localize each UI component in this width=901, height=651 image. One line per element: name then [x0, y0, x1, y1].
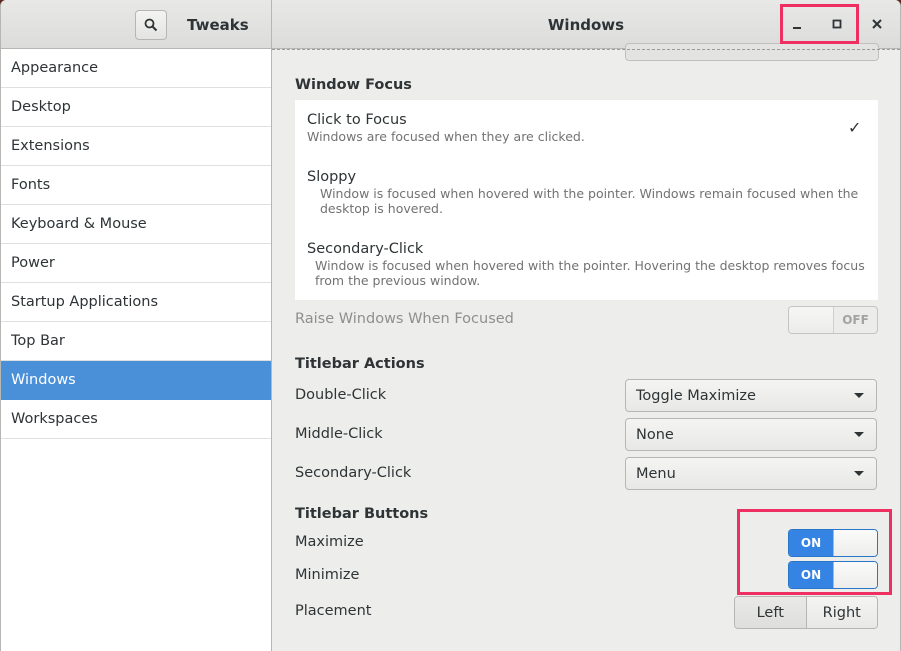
dropdown-value: None: [636, 426, 674, 443]
middle-click-dropdown[interactable]: None: [625, 418, 877, 451]
sidebar-item-appearance[interactable]: Appearance: [1, 49, 271, 88]
sidebar-item-top-bar[interactable]: Top Bar: [1, 322, 271, 361]
focus-option-title: Click to Focus: [307, 112, 407, 128]
sidebar-item-fonts[interactable]: Fonts: [1, 166, 271, 205]
dropdown-value: Menu: [636, 465, 676, 482]
double-click-dropdown[interactable]: Toggle Maximize: [625, 379, 877, 412]
header-bar: Tweaks Windows: [1, 0, 900, 49]
sidebar: Appearance Desktop Extensions Fonts Keyb…: [1, 49, 272, 651]
search-button[interactable]: [135, 10, 167, 40]
section-titlebar-actions: Titlebar Actions: [295, 356, 425, 372]
switch-state: OFF: [842, 313, 869, 327]
placement-left-button[interactable]: Left: [735, 597, 807, 628]
chevron-down-icon: [854, 432, 864, 437]
chevron-down-icon: [854, 471, 864, 476]
chevron-down-icon: [854, 393, 864, 398]
raise-windows-label: Raise Windows When Focused: [295, 311, 514, 327]
placement-toggle: Left Right: [734, 596, 878, 629]
sidebar-title: Tweaks: [187, 16, 249, 34]
focus-option-click-to-focus[interactable]: Click to Focus Windows are focused when …: [307, 112, 585, 144]
middle-click-label: Middle-Click: [295, 426, 383, 442]
sidebar-item-keyboard-mouse[interactable]: Keyboard & Mouse: [1, 205, 271, 244]
window-focus-list: Click to Focus Windows are focused when …: [295, 100, 878, 300]
sidebar-item-workspaces[interactable]: Workspaces: [1, 400, 271, 439]
focus-option-title: Secondary-Click: [307, 241, 424, 257]
focus-option-secondary-click[interactable]: Secondary-Click Window is focused when h…: [307, 241, 867, 288]
section-titlebar-buttons: Titlebar Buttons: [295, 506, 429, 522]
double-click-label: Double-Click: [295, 387, 387, 403]
scroll-edge-divider: [272, 49, 900, 50]
sidebar-item-windows[interactable]: Windows: [1, 361, 271, 400]
focus-option-sloppy[interactable]: Sloppy Window is focused when hovered wi…: [307, 169, 868, 216]
switch-knob: [789, 307, 834, 333]
search-icon: [144, 18, 158, 32]
section-window-focus: Window Focus: [295, 77, 412, 93]
dropdown-value: Toggle Maximize: [636, 387, 756, 404]
focus-option-desc: Window is focused when hovered with the …: [320, 186, 859, 216]
sidebar-item-desktop[interactable]: Desktop: [1, 88, 271, 127]
sidebar-item-power[interactable]: Power: [1, 244, 271, 283]
focus-option-desc: Window is focused when hovered with the …: [315, 258, 865, 288]
raise-windows-switch[interactable]: OFF: [788, 306, 878, 334]
focus-option-title: Sloppy: [307, 169, 357, 185]
partial-dropdown[interactable]: [625, 43, 879, 61]
highlight-box: [737, 509, 892, 595]
secondary-click-dropdown[interactable]: Menu: [625, 457, 877, 490]
placement-right-button[interactable]: Right: [806, 597, 877, 628]
maximize-label: Maximize: [295, 534, 364, 550]
placement-label: Placement: [295, 603, 372, 619]
sidebar-item-extensions[interactable]: Extensions: [1, 127, 271, 166]
checkmark-icon: ✓: [848, 118, 862, 137]
minimize-label: Minimize: [295, 567, 360, 583]
highlight-box: [780, 4, 859, 44]
close-button[interactable]: [865, 12, 889, 36]
tweaks-window: Tweaks Windows Appearance Desktop Extens…: [0, 0, 901, 651]
close-icon: [872, 19, 882, 29]
sidebar-item-startup-applications[interactable]: Startup Applications: [1, 283, 271, 322]
focus-option-desc: Windows are focused when they are clicke…: [307, 129, 585, 144]
secondary-click-label: Secondary-Click: [295, 465, 412, 481]
